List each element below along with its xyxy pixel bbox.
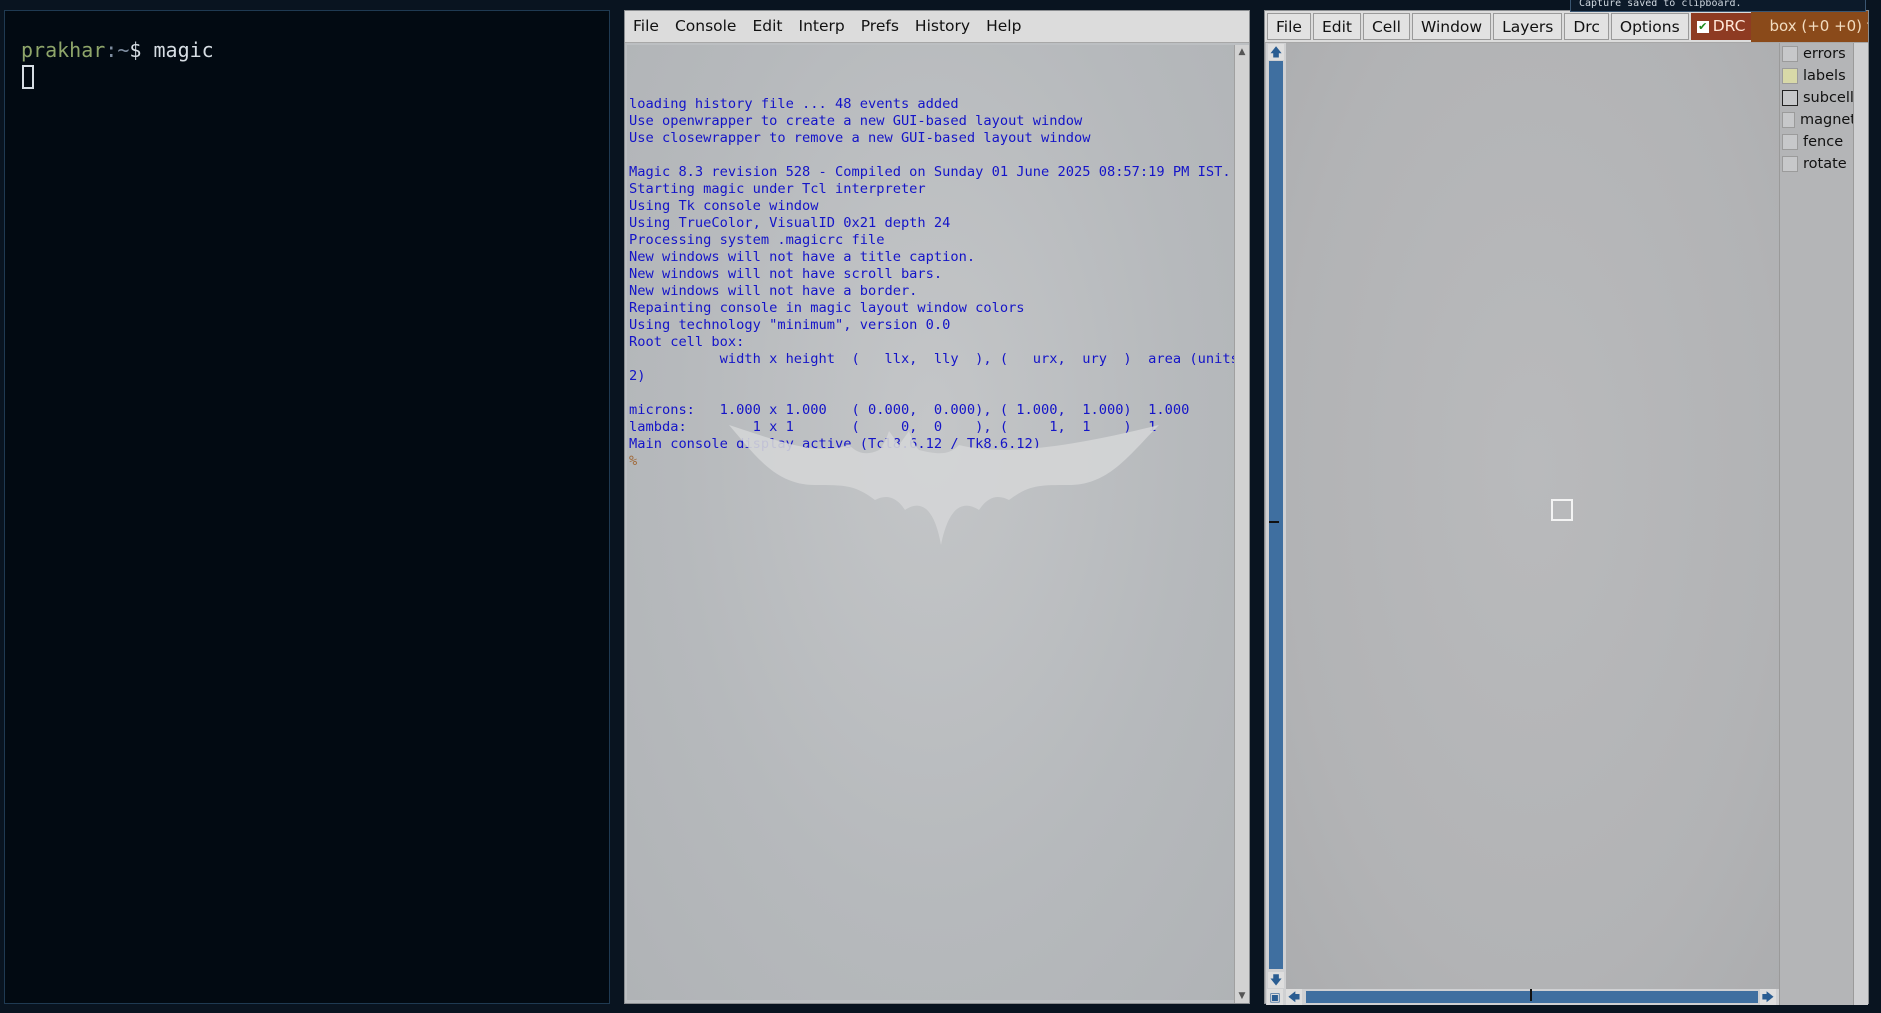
terminal-prompt-symbol: $ [129, 38, 154, 62]
console-menu-edit[interactable]: Edit [744, 11, 790, 42]
layer-label-fence: fence [1803, 134, 1844, 150]
console-vertical-scrollbar[interactable]: ▲ ▼ [1234, 45, 1249, 1003]
horizontal-scroll-track[interactable] [1306, 991, 1758, 1003]
layer-label-errors: errors [1803, 46, 1846, 62]
layout-menu-window[interactable]: Window [1411, 13, 1492, 40]
console-output-line: width x height ( llx, lly ), ( urx, ury … [629, 351, 1236, 367]
console-output-line: Magic 8.3 revision 528 - Compiled on Sun… [629, 164, 1231, 180]
console-output-line: Using TrueColor, VisualID 0x21 depth 24 [629, 215, 951, 231]
layout-menu-edit[interactable]: Edit [1312, 13, 1361, 40]
tk-console-window[interactable]: File Console Edit Interp Prefs History H… [624, 10, 1250, 1004]
console-menu-file[interactable]: File [625, 11, 667, 42]
layout-menu-cell[interactable]: Cell [1362, 13, 1410, 40]
terminal-window[interactable]: prakhar:~$ magic [4, 10, 610, 1004]
console-output[interactable]: loading history file ... 48 events added… [627, 45, 1236, 1000]
terminal-cursor [22, 65, 34, 89]
console-menu-interp[interactable]: Interp [791, 11, 853, 42]
layout-vertical-scrollbar[interactable]: 🡅 🡇 [1266, 43, 1286, 989]
layer-swatch-labels[interactable] [1782, 68, 1798, 84]
console-prompt[interactable]: % [627, 453, 1236, 470]
layout-menubar: File Edit Cell Window Layers Drc Options… [1265, 11, 1868, 43]
scroll-down-arrow-icon[interactable]: 🡇 [1268, 972, 1284, 988]
magic-layout-window[interactable]: File Edit Cell Window Layers Drc Options… [1264, 10, 1869, 1005]
terminal-user: prakhar [21, 38, 106, 62]
scroll-left-arrow-icon[interactable]: 🡄 [1286, 989, 1302, 1005]
console-output-line: lambda: 1 x 1 ( 0, 0 ), ( 1, 1 ) 1 [629, 419, 1157, 435]
layout-menu-file[interactable]: File [1267, 13, 1311, 40]
console-menu-history[interactable]: History [907, 11, 978, 42]
console-output-line: Using Tk console window [629, 198, 819, 214]
console-output-line: Repainting console in magic layout windo… [629, 300, 1025, 316]
console-menu-console[interactable]: Console [667, 11, 745, 42]
layer-swatch-rotate[interactable] [1782, 156, 1798, 172]
terminal-path: ~ [117, 38, 130, 62]
checkmark-icon: ✔ [1696, 19, 1709, 33]
layer-magnet[interactable]: magnet [1780, 109, 1856, 131]
layer-rotate[interactable]: rotate [1780, 153, 1856, 175]
console-output-line: New windows will not have scroll bars. [629, 266, 943, 282]
console-output-line: New windows will not have a border. [629, 283, 918, 299]
box-coordinates-readout: box (+0 +0) to (+1 +1) microns [1751, 11, 1868, 42]
console-menu-prefs[interactable]: Prefs [853, 11, 907, 42]
horizontal-scroll-position-mark [1530, 989, 1532, 1001]
console-output-line: microns: 1.000 x 1.000 ( 0.000, 0.000), … [629, 402, 1190, 418]
console-output-line: Processing system .magicrc file [629, 232, 885, 248]
console-output-line: New windows will not have a title captio… [629, 249, 976, 265]
terminal-command-line: prakhar:~$ magic [21, 38, 214, 62]
console-output-line: Use closewrapper to remove a new GUI-bas… [629, 130, 1091, 146]
scroll-right-arrow-icon[interactable]: 🡆 [1760, 989, 1776, 1005]
console-output-line: loading history file ... 48 events added [629, 96, 959, 112]
layer-toolbar: errors labels subcell magnet fence rotat… [1779, 43, 1856, 1005]
layer-swatch-magnet[interactable] [1782, 112, 1795, 128]
drc-toggle[interactable]: ✔ DRC [1690, 13, 1752, 40]
layer-fence[interactable]: fence [1780, 131, 1856, 153]
layer-label-subcell: subcell [1803, 90, 1854, 106]
terminal-sep: : [105, 38, 118, 62]
console-output-line: Main console display active (Tcl8.6.12 /… [629, 436, 1042, 452]
selection-box[interactable] [1551, 499, 1573, 521]
scroll-up-arrow-icon[interactable]: ▲ [1236, 46, 1248, 58]
drc-label: DRC [1712, 17, 1746, 35]
layout-horizontal-scrollbar[interactable]: ▣ 🡄 🡆 [1266, 989, 1779, 1005]
layer-label-magnet: magnet [1799, 112, 1856, 128]
console-output-line: Root cell box: [629, 334, 745, 350]
vertical-scroll-position-mark [1269, 521, 1279, 523]
layer-labels[interactable]: labels [1780, 65, 1856, 87]
clipboard-notification: Capture saved to clipboard. [1570, 0, 1866, 12]
console-output-line: Using technology "minimum", version 0.0 [629, 317, 951, 333]
console-output-line: 2) [629, 368, 646, 384]
scroll-up-arrow-icon[interactable]: 🡅 [1268, 44, 1284, 60]
console-menu-help[interactable]: Help [978, 11, 1029, 42]
layer-panel-scrollbar[interactable] [1853, 43, 1868, 1005]
scroll-down-arrow-icon[interactable]: ▼ [1236, 990, 1248, 1002]
layer-subcell[interactable]: subcell [1780, 87, 1856, 109]
layout-menu-drc[interactable]: Drc [1564, 13, 1609, 40]
layer-swatch-errors[interactable] [1782, 46, 1798, 62]
layer-errors[interactable]: errors [1780, 43, 1856, 65]
layout-canvas[interactable] [1286, 43, 1779, 989]
zoom-box-icon[interactable]: ▣ [1267, 989, 1283, 1005]
console-menubar: File Console Edit Interp Prefs History H… [625, 11, 1249, 43]
layout-menu-layers[interactable]: Layers [1493, 13, 1563, 40]
layer-label-labels: labels [1803, 68, 1846, 84]
layer-swatch-subcell[interactable] [1782, 90, 1798, 106]
layer-label-rotate: rotate [1803, 156, 1847, 172]
terminal-command: magic [153, 38, 214, 62]
console-output-line: Starting magic under Tcl interpreter [629, 181, 926, 197]
console-output-line: Use openwrapper to create a new GUI-base… [629, 113, 1083, 129]
vertical-scroll-track[interactable] [1269, 61, 1283, 969]
layer-swatch-fence[interactable] [1782, 134, 1798, 150]
layout-menu-options[interactable]: Options [1610, 13, 1689, 40]
